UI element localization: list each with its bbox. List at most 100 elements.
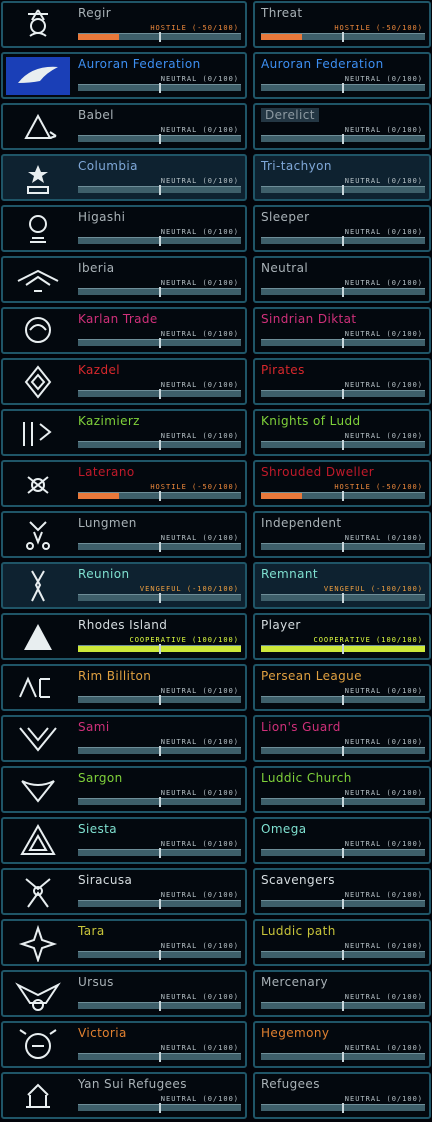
paired-faction-name: Luddic path <box>261 924 336 938</box>
reunion-emblem-icon <box>6 567 70 605</box>
faction-card[interactable]: Auroran Federation NEUTRAL (0/100) <box>1 52 247 99</box>
paired-relation-bar-midpoint <box>342 695 344 705</box>
paired-relation-status-label: NEUTRAL (0/100) <box>344 228 423 236</box>
faction-name: Reunion <box>78 567 130 581</box>
faction-card[interactable]: Kazdel NEUTRAL (0/100) <box>1 358 247 405</box>
faction-card[interactable]: Ursus NEUTRAL (0/100) <box>1 970 247 1017</box>
faction-row: Auroran Federation NEUTRAL (0/100) Auror… <box>0 51 432 102</box>
paired-relation-bar <box>261 32 425 42</box>
paired-faction-card[interactable]: Mercenary NEUTRAL (0/100) <box>253 970 431 1017</box>
faction-name: Iberia <box>78 261 115 275</box>
paired-faction-card[interactable]: Sindrian Diktat NEUTRAL (0/100) <box>253 307 431 354</box>
relation-bar-midpoint <box>158 185 161 195</box>
paired-faction-card[interactable]: Threat HOSTILE (-50/100) <box>253 1 431 48</box>
paired-faction-card[interactable]: Derelict NEUTRAL (0/100) <box>253 103 431 150</box>
faction-card[interactable]: Siracusa NEUTRAL (0/100) <box>1 868 247 915</box>
paired-faction-card[interactable]: Hegemony NEUTRAL (0/100) <box>253 1021 431 1068</box>
paired-faction-card[interactable]: Scavengers NEUTRAL (0/100) <box>253 868 431 915</box>
relation-bar <box>78 950 241 960</box>
paired-faction-card[interactable]: Player COOPERATIVE (100/100) <box>253 613 431 660</box>
faction-card[interactable]: Iberia NEUTRAL (0/100) <box>1 256 247 303</box>
faction-card[interactable]: Sargon NEUTRAL (0/100) <box>1 766 247 813</box>
relation-bar <box>78 848 241 858</box>
paired-faction-card[interactable]: Neutral NEUTRAL (0/100) <box>253 256 431 303</box>
paired-faction-card[interactable]: Luddic path NEUTRAL (0/100) <box>253 919 431 966</box>
faction-card[interactable]: Columbia NEUTRAL (0/100) <box>1 154 247 201</box>
relation-bar-fill <box>78 238 160 244</box>
relation-bar-fill <box>78 901 160 907</box>
regir-emblem-icon <box>6 6 70 44</box>
relation-bar <box>78 338 241 348</box>
faction-card[interactable]: Karlan Trade NEUTRAL (0/100) <box>1 307 247 354</box>
relation-bar <box>78 695 241 705</box>
paired-relation-bar-fill <box>261 391 343 397</box>
paired-relation-bar <box>261 1103 425 1113</box>
laterano-emblem-icon <box>6 465 70 503</box>
faction-card[interactable]: Tara NEUTRAL (0/100) <box>1 919 247 966</box>
faction-card[interactable]: Reunion VENGEFUL (-100/100) <box>1 562 247 609</box>
faction-row: Columbia NEUTRAL (0/100) Tri-tachyon NEU… <box>0 153 432 204</box>
relation-bar <box>78 185 241 195</box>
paired-relation-bar <box>261 746 425 756</box>
faction-card[interactable]: Rhodes Island COOPERATIVE (100/100) <box>1 613 247 660</box>
relation-bar <box>78 542 241 552</box>
relation-status-label: NEUTRAL (0/100) <box>160 279 239 287</box>
faction-card[interactable]: Siesta NEUTRAL (0/100) <box>1 817 247 864</box>
relation-status-label: NEUTRAL (0/100) <box>160 381 239 389</box>
paired-faction-name: Neutral <box>261 261 309 275</box>
paired-relation-bar-midpoint <box>342 185 344 195</box>
paired-faction-card[interactable]: Remnant VENGEFUL (-100/100) <box>253 562 431 609</box>
faction-card[interactable]: Laterano HOSTILE (-50/100) <box>1 460 247 507</box>
relation-bar <box>78 797 241 807</box>
relation-status-label: NEUTRAL (0/100) <box>160 738 239 746</box>
paired-faction-card[interactable]: Persean League NEUTRAL (0/100) <box>253 664 431 711</box>
paired-faction-card[interactable]: Omega NEUTRAL (0/100) <box>253 817 431 864</box>
paired-relation-bar-fill <box>261 901 343 907</box>
paired-relation-status-label: HOSTILE (-50/100) <box>334 24 423 32</box>
lungmen-emblem-icon <box>6 516 70 554</box>
faction-card[interactable]: Victoria NEUTRAL (0/100) <box>1 1021 247 1068</box>
faction-card[interactable]: Yan Sui Refugees NEUTRAL (0/100) <box>1 1072 247 1119</box>
paired-relation-status-label: NEUTRAL (0/100) <box>344 789 423 797</box>
paired-relation-status-label: NEUTRAL (0/100) <box>344 432 423 440</box>
paired-faction-name: Hegemony <box>261 1026 330 1040</box>
paired-faction-card[interactable]: Sleeper NEUTRAL (0/100) <box>253 205 431 252</box>
paired-relation-bar-fill <box>261 34 302 40</box>
paired-relation-bar-midpoint <box>342 593 344 603</box>
faction-name: Sami <box>78 720 110 734</box>
paired-faction-card[interactable]: Shrouded Dweller HOSTILE (-50/100) <box>253 460 431 507</box>
paired-faction-card[interactable]: Lion's Guard NEUTRAL (0/100) <box>253 715 431 762</box>
paired-faction-card[interactable]: Luddic Church NEUTRAL (0/100) <box>253 766 431 813</box>
paired-faction-card[interactable]: Independent NEUTRAL (0/100) <box>253 511 431 558</box>
paired-relation-bar-midpoint <box>342 746 344 756</box>
relation-bar-fill <box>78 136 160 142</box>
faction-row: Rhodes Island COOPERATIVE (100/100) Play… <box>0 612 432 663</box>
paired-relation-bar <box>261 899 425 909</box>
faction-card[interactable]: Lungmen NEUTRAL (0/100) <box>1 511 247 558</box>
relation-bar-fill <box>78 340 160 346</box>
paired-faction-card[interactable]: Tri-tachyon NEUTRAL (0/100) <box>253 154 431 201</box>
faction-card[interactable]: Higashi NEUTRAL (0/100) <box>1 205 247 252</box>
faction-card[interactable]: Sami NEUTRAL (0/100) <box>1 715 247 762</box>
relation-bar <box>78 899 241 909</box>
faction-card[interactable]: Regir HOSTILE (-50/100) <box>1 1 247 48</box>
paired-faction-card[interactable]: Refugees NEUTRAL (0/100) <box>253 1072 431 1119</box>
faction-name: Tara <box>78 924 105 938</box>
paired-relation-status-label: NEUTRAL (0/100) <box>344 126 423 134</box>
paired-faction-card[interactable]: Knights of Ludd NEUTRAL (0/100) <box>253 409 431 456</box>
paired-relation-status-label: NEUTRAL (0/100) <box>344 330 423 338</box>
faction-card[interactable]: Kazimierz NEUTRAL (0/100) <box>1 409 247 456</box>
paired-faction-card[interactable]: Auroran Federation NEUTRAL (0/100) <box>253 52 431 99</box>
relation-bar-fill <box>78 34 119 40</box>
relation-bar <box>78 746 241 756</box>
relation-status-label: COOPERATIVE (100/100) <box>129 636 239 644</box>
paired-faction-card[interactable]: Pirates NEUTRAL (0/100) <box>253 358 431 405</box>
faction-row: Sami NEUTRAL (0/100) Lion's Guard NEUTRA… <box>0 714 432 765</box>
siracusa-wolf-emblem-icon <box>6 873 70 911</box>
relation-bar-fill <box>78 1054 160 1060</box>
paired-relation-status-label: NEUTRAL (0/100) <box>344 279 423 287</box>
faction-name: Sargon <box>78 771 123 785</box>
relation-bar-fill <box>78 544 160 550</box>
faction-card[interactable]: Babel NEUTRAL (0/100) <box>1 103 247 150</box>
faction-card[interactable]: Rim Billiton NEUTRAL (0/100) <box>1 664 247 711</box>
